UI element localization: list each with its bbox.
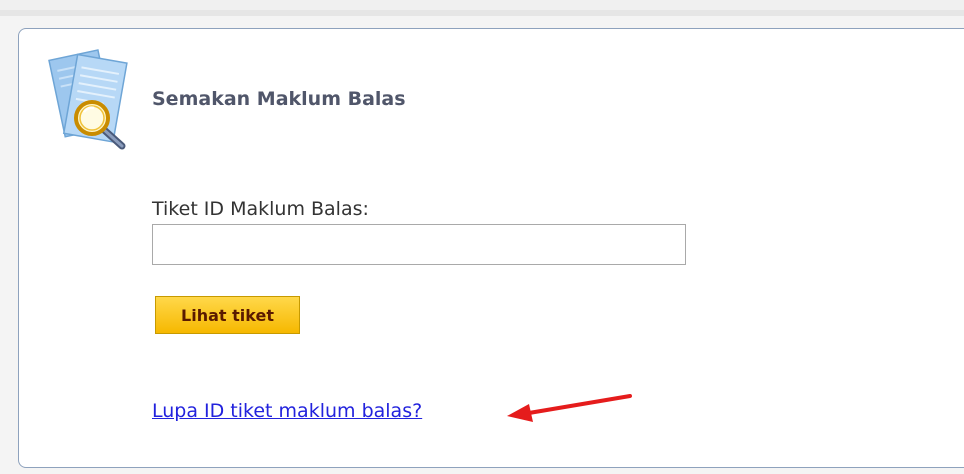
top-strip <box>0 0 964 10</box>
page: Semakan Maklum Balas Tiket ID Maklum Bal… <box>0 0 964 474</box>
forgot-ticket-id-link[interactable]: Lupa ID tiket maklum balas? <box>152 400 422 422</box>
ticket-id-input[interactable] <box>152 224 686 265</box>
page-title: Semakan Maklum Balas <box>152 88 406 110</box>
ticket-id-label: Tiket ID Maklum Balas: <box>152 198 369 220</box>
red-arrow-annotation <box>505 388 635 424</box>
document-search-icon <box>44 48 134 152</box>
top-divider <box>0 10 964 16</box>
view-ticket-button[interactable]: Lihat tiket <box>155 296 300 334</box>
